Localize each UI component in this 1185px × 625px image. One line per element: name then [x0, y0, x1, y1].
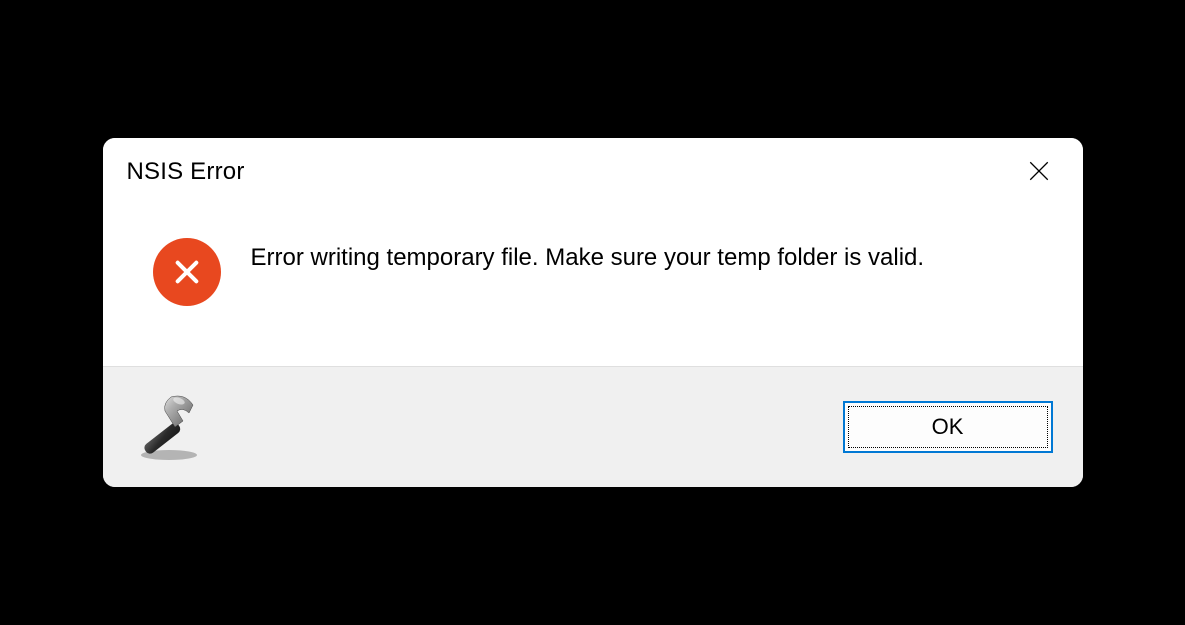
close-icon	[1029, 161, 1049, 184]
hammer-icon	[133, 391, 205, 463]
error-dialog: NSIS Error Error writing temporary file.…	[103, 138, 1083, 487]
dialog-titlebar: NSIS Error	[103, 138, 1083, 198]
dialog-button-bar: OK	[103, 366, 1083, 487]
ok-button-label: OK	[932, 414, 964, 440]
error-icon	[153, 238, 221, 306]
close-button[interactable]	[1019, 152, 1059, 192]
dialog-content: Error writing temporary file. Make sure …	[103, 198, 1083, 366]
ok-button[interactable]: OK	[843, 401, 1053, 453]
dialog-title: NSIS Error	[127, 158, 245, 186]
error-message: Error writing temporary file. Make sure …	[251, 238, 925, 276]
